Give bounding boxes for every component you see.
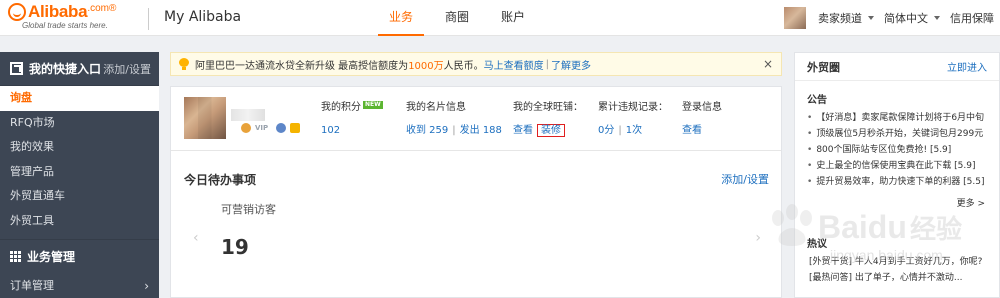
violation-score-link[interactable]: 0分: [598, 125, 614, 136]
login-view-link[interactable]: 查看: [682, 124, 722, 138]
separator: |: [618, 125, 622, 136]
todo-title: 今日待办事项: [184, 173, 257, 187]
list-item[interactable]: 【好消息】卖家尾款保障计划将于6月中旬: [807, 110, 993, 126]
watermark-url: jingyan.baidu.com: [829, 247, 943, 263]
logo-tagline: Global trade starts here.: [22, 21, 108, 30]
chevron-down-icon[interactable]: [868, 16, 874, 20]
chevron-right-icon: ›: [144, 279, 149, 293]
quick-entry-settings-link[interactable]: 添加/设置: [103, 61, 151, 77]
notice-highlight: 1000万: [408, 60, 444, 72]
wangpu-view-link[interactable]: 查看: [513, 125, 533, 136]
check-credit-link[interactable]: 马上查看额度: [484, 57, 544, 72]
notice-text-tail: 人民币。: [443, 60, 484, 72]
baidu-jingyan-watermark: Baidu 经验 jingyan.baidu.com: [772, 204, 962, 263]
dashboard-card: VIP 我的积分 NEW 102 我的名片信息 收到 259 | 发出 188 我的全…: [170, 86, 782, 298]
header-right: 卖家频道 简体中文 信用保障: [784, 0, 1000, 36]
card-label: 我的名片信息: [406, 102, 466, 113]
login-stat: 登录信息 查看: [682, 101, 722, 138]
points-label: 我的积分: [321, 102, 361, 113]
company-name-blurred: [231, 109, 265, 121]
list-item[interactable]: 800个国际站专区位免费抢! [5.9]: [807, 142, 993, 158]
list-item[interactable]: 提升贸易效率，助力快速下单的利器 [5.5]: [807, 174, 993, 190]
wangpu-label: 我的全球旺铺：: [513, 102, 583, 113]
sidebar-item-orders[interactable]: 订单管理 ›: [0, 273, 159, 298]
avatar[interactable]: [784, 7, 806, 29]
sidebar-item-p4p[interactable]: 外贸直通车: [0, 184, 159, 209]
seller-channel-link[interactable]: 卖家频道: [818, 10, 862, 26]
main-nav: 业务 商圈 账户: [378, 0, 546, 36]
logo-word: Alibaba: [28, 2, 88, 21]
tab-business[interactable]: 业务: [378, 0, 424, 36]
sidebar: 我的快捷入口 添加/设置 询盘 RFQ市场 我的效果 管理产品 外贸直通车 外贸…: [0, 52, 159, 298]
sidebar-item-tools[interactable]: 外贸工具: [0, 209, 159, 234]
new-badge: NEW: [363, 101, 383, 109]
sidebar-item-inquiry[interactable]: 询盘: [0, 86, 159, 111]
trade-assurance-icon[interactable]: [290, 123, 301, 133]
shortcut-icon: [10, 62, 23, 75]
close-icon[interactable]: ×: [763, 57, 773, 71]
watermark-brand: Baidu: [818, 209, 907, 245]
list-item[interactable]: [最热问答] 出了单子，心情并不激动...: [809, 270, 989, 286]
card-stat: 我的名片信息 收到 259 | 发出 188: [406, 101, 502, 138]
list-item[interactable]: 史上最全的信保使用宝典在此下载 [5.9]: [807, 158, 993, 174]
chevron-down-icon[interactable]: [934, 16, 940, 20]
violation-stat: 累计违规记录： 0分 | 1次: [598, 101, 668, 138]
todo-item-count[interactable]: 19: [221, 235, 249, 259]
logo-domain: .com: [87, 2, 109, 14]
trade-assurance-link[interactable]: 信用保障: [950, 10, 994, 26]
vip-badge: VIP: [255, 124, 269, 132]
chevron-left-icon[interactable]: ‹: [193, 230, 199, 246]
header-divider: [148, 8, 149, 30]
sidebar-item-products[interactable]: 管理产品: [0, 160, 159, 185]
page-title[interactable]: My Alibaba: [164, 9, 241, 25]
alibaba-smile-icon: [8, 3, 26, 21]
business-mgmt-header: 业务管理: [0, 239, 159, 273]
avatar[interactable]: [184, 97, 226, 139]
list-item[interactable]: 顶级展位5月秒杀开始，关键词包月299元: [807, 126, 993, 142]
verified-icon[interactable]: [276, 123, 287, 133]
login-label: 登录信息: [682, 102, 722, 113]
sidebar-item-rfq[interactable]: RFQ市场: [0, 111, 159, 136]
announcements-title: 公告: [807, 95, 827, 106]
wangpu-stat: 我的全球旺铺： 查看 装修: [513, 101, 583, 138]
learn-more-link[interactable]: 了解更多: [551, 57, 591, 72]
panel-title: 外贸圈: [807, 60, 840, 74]
wangpu-decorate-link[interactable]: 装修: [537, 124, 565, 137]
violation-times-link[interactable]: 1次: [626, 125, 642, 136]
todo-item-label: 可营销访客: [221, 203, 276, 216]
sidebar-item-label: 订单管理: [10, 279, 54, 292]
tab-account[interactable]: 账户: [490, 0, 536, 36]
separator: |: [452, 125, 456, 136]
quick-entry-header: 我的快捷入口 添加/设置: [0, 52, 159, 86]
quick-entry-title: 我的快捷入口: [29, 62, 102, 76]
notice-text: 阿里巴巴一达通流水贷全新升级 最高授信额度为: [195, 60, 409, 72]
panel-header: 外贸圈 立即进入: [795, 53, 999, 81]
member-badges: VIP: [241, 123, 301, 133]
lightbulb-icon: [179, 58, 189, 70]
announcement-list: 【好消息】卖家尾款保障计划将于6月中旬 顶级展位5月秒杀开始，关键词包月299元…: [795, 110, 999, 190]
points-value[interactable]: 102: [321, 124, 383, 138]
tab-community[interactable]: 商圈: [434, 0, 480, 36]
profile-summary: VIP 我的积分 NEW 102 我的名片信息 收到 259 | 发出 188 我的全…: [171, 87, 781, 151]
todo-settings-link[interactable]: 添加/设置: [721, 171, 769, 187]
card-received-link[interactable]: 收到 259: [406, 125, 448, 136]
business-mgmt-title: 业务管理: [27, 250, 76, 264]
enter-now-link[interactable]: 立即进入: [947, 59, 987, 74]
link-separator: |: [545, 58, 550, 70]
grid-icon: [10, 251, 21, 262]
announcement-bar: 阿里巴巴一达通流水贷全新升级 最高授信额度为 1000万 人民币。 马上查看额度…: [170, 52, 782, 76]
watermark-brand-cn: 经验: [910, 214, 962, 245]
top-header: Alibaba .com ® Global trade starts here.…: [0, 0, 1000, 36]
logo-registered-mark: ®: [108, 2, 117, 14]
card-sent-link[interactable]: 发出 188: [460, 125, 502, 136]
points-stat: 我的积分 NEW 102: [321, 101, 383, 138]
alibaba-logo[interactable]: Alibaba .com ® Global trade starts here.: [8, 2, 148, 32]
sidebar-item-performance[interactable]: 我的效果: [0, 135, 159, 160]
language-select[interactable]: 简体中文: [884, 10, 928, 26]
violation-label: 累计违规记录：: [598, 102, 668, 113]
gold-supplier-icon[interactable]: [241, 123, 251, 133]
